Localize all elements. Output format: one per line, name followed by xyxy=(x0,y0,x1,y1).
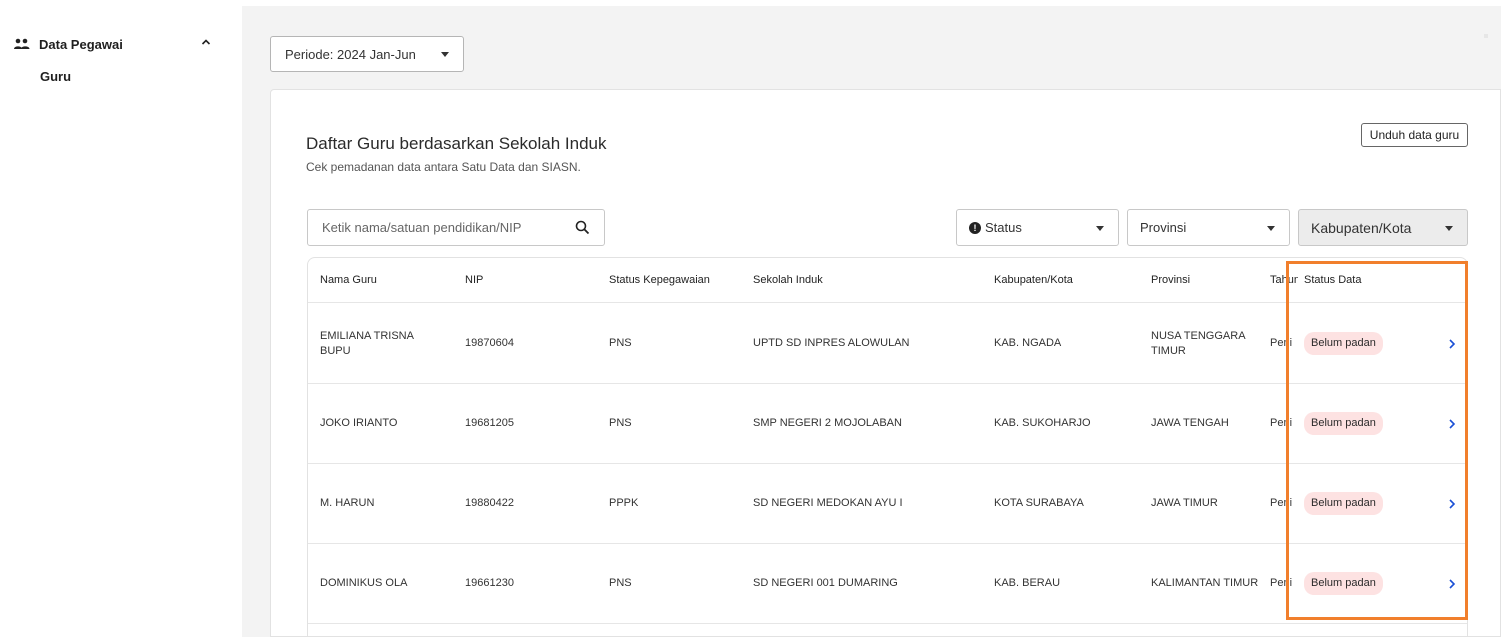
main-content: Periode: 2024 Jan-Jun Daftar Guru berdas… xyxy=(242,6,1501,637)
table-row[interactable]: DOMINIKUS OLA 19661230 PNS SD NEGERI 001 DU… xyxy=(308,544,1467,624)
cell-tahun: Peni xyxy=(1270,337,1293,349)
provinsi-dropdown-label: Provinsi xyxy=(1140,220,1187,235)
chevron-up-icon[interactable] xyxy=(200,36,212,48)
cell-provinsi: JAWA TIMUR xyxy=(1151,497,1218,509)
cell-kabupaten: KAB. SUKOHARJO xyxy=(994,417,1091,429)
cell-nip: 19880422 xyxy=(465,497,514,509)
header-status-kepegawaian[interactable]: Status Kepegawaian xyxy=(609,258,749,302)
cell-provinsi: NUSA TENGGARA TIMUR xyxy=(1151,329,1245,357)
kabupaten-dropdown[interactable]: Kabupaten/Kota xyxy=(1298,209,1468,246)
chevron-right-icon[interactable] xyxy=(1448,338,1456,349)
cell-status-data: Belum padan xyxy=(1304,384,1424,463)
caret-down-icon xyxy=(1267,226,1275,231)
row-detail-button[interactable] xyxy=(1444,544,1460,623)
row-detail-button[interactable] xyxy=(1444,304,1460,383)
cell-nip: 19870604 xyxy=(465,337,514,349)
cell-nama: JOKO IRIANTO xyxy=(320,417,398,429)
cell-kabupaten: KAB. NGADA xyxy=(994,337,1062,349)
corner-marker xyxy=(1484,34,1488,38)
table-row[interactable]: EMILIANA TRISNA BUPU 19870604 PNS UPTD SD I… xyxy=(308,304,1467,384)
table-header: Nama Guru NIP Status Kepegawaian Sekolah… xyxy=(308,258,1467,303)
cell-provinsi: JAWA TENGAH xyxy=(1151,417,1229,429)
row-detail-button[interactable] xyxy=(1444,464,1460,543)
cell-status-data: Belum padan xyxy=(1304,304,1424,383)
provinsi-dropdown[interactable]: Provinsi xyxy=(1127,209,1290,246)
caret-down-icon xyxy=(441,52,449,57)
status-badge: Belum padan xyxy=(1304,572,1383,595)
status-badge: Belum padan xyxy=(1304,412,1383,435)
cell-nama: EMILIANA TRISNA BUPU xyxy=(320,329,414,357)
cell-tahun: Peni xyxy=(1270,577,1293,589)
status-dropdown-label: Status xyxy=(985,220,1022,235)
cell-status-kepegawaian: PPPK xyxy=(609,497,639,509)
page-subtitle: Cek pemadanan data antara Satu Data dan … xyxy=(306,160,581,174)
header-nama[interactable]: Nama Guru xyxy=(320,258,440,302)
caret-down-icon xyxy=(1445,226,1453,231)
header-sekolah-induk[interactable]: Sekolah Induk xyxy=(753,258,973,302)
header-kabupaten[interactable]: Kabupaten/Kota xyxy=(994,258,1124,302)
cell-status-kepegawaian: PNS xyxy=(609,577,632,589)
header-provinsi[interactable]: Provinsi xyxy=(1151,258,1271,302)
cell-nama: DOMINIKUS OLA xyxy=(320,577,408,589)
chevron-right-icon[interactable] xyxy=(1448,578,1456,589)
header-tahun[interactable]: Tahun xyxy=(1270,258,1298,302)
cell-nip: 19661230 xyxy=(465,577,514,589)
status-badge: Belum padan xyxy=(1304,332,1383,355)
caret-down-icon xyxy=(1096,226,1104,231)
cell-nip: 19681205 xyxy=(465,417,514,429)
search-box[interactable] xyxy=(307,209,605,246)
download-button[interactable]: Unduh data guru xyxy=(1361,123,1468,147)
status-badge: Belum padan xyxy=(1304,492,1383,515)
cell-kabupaten: KOTA SURABAYA xyxy=(994,497,1084,509)
cell-status-kepegawaian: PNS xyxy=(609,337,632,349)
cell-status-data: Belum padan xyxy=(1304,544,1424,623)
cell-provinsi: KALIMANTAN TIMUR xyxy=(1151,577,1259,589)
search-icon[interactable] xyxy=(575,220,590,235)
kabupaten-dropdown-label: Kabupaten/Kota xyxy=(1311,219,1412,236)
header-nip[interactable]: NIP xyxy=(465,258,575,302)
table-row[interactable]: JOKO IRIANTO 19681205 PNS SMP NEGERI 2 MOJO… xyxy=(308,384,1467,464)
table-row[interactable]: M. HARUN 19880422 PPPK SD NEGERI MEDOKAN AY… xyxy=(308,464,1467,544)
page-title: Daftar Guru berdasarkan Sekolah Induk xyxy=(306,134,607,153)
sidebar-item-data-pegawai[interactable]: Data Pegawai xyxy=(14,34,224,54)
sidebar-item-guru[interactable]: Guru xyxy=(40,69,71,84)
cell-kabupaten: KAB. BERAU xyxy=(994,577,1061,589)
chevron-right-icon[interactable] xyxy=(1448,498,1456,509)
cell-status-kepegawaian: PNS xyxy=(609,417,632,429)
chevron-right-icon[interactable] xyxy=(1448,418,1456,429)
cell-status-data: Belum padan xyxy=(1304,464,1424,543)
cell-sekolah-induk: UPTD SD INPRES ALOWULAN xyxy=(753,337,910,349)
periode-label: Periode: 2024 Jan-Jun xyxy=(285,46,416,62)
sidebar-item-label: Data Pegawai xyxy=(39,36,123,52)
header-status-data[interactable]: Status Data xyxy=(1304,258,1424,302)
cell-sekolah-induk: SD NEGERI 001 DUMARING xyxy=(753,577,898,589)
cell-tahun: Peni xyxy=(1270,417,1293,429)
periode-dropdown[interactable]: Periode: 2024 Jan-Jun xyxy=(270,36,464,72)
cell-sekolah-induk: SD NEGERI MEDOKAN AYU I xyxy=(753,497,903,509)
cell-sekolah-induk: SMP NEGERI 2 MOJOLABAN xyxy=(753,417,902,429)
search-input[interactable] xyxy=(308,210,568,245)
guru-card: Daftar Guru berdasarkan Sekolah Induk Ce… xyxy=(270,89,1501,637)
status-dropdown[interactable]: ! Status xyxy=(956,209,1119,246)
cell-tahun: Peni xyxy=(1270,497,1293,509)
people-icon xyxy=(14,38,30,49)
sidebar: Data Pegawai Guru xyxy=(0,0,242,637)
guru-table: Nama Guru NIP Status Kepegawaian Sekolah… xyxy=(307,257,1468,637)
row-detail-button[interactable] xyxy=(1444,384,1460,463)
info-icon: ! xyxy=(969,221,981,234)
cell-nama: M. HARUN xyxy=(320,497,375,509)
